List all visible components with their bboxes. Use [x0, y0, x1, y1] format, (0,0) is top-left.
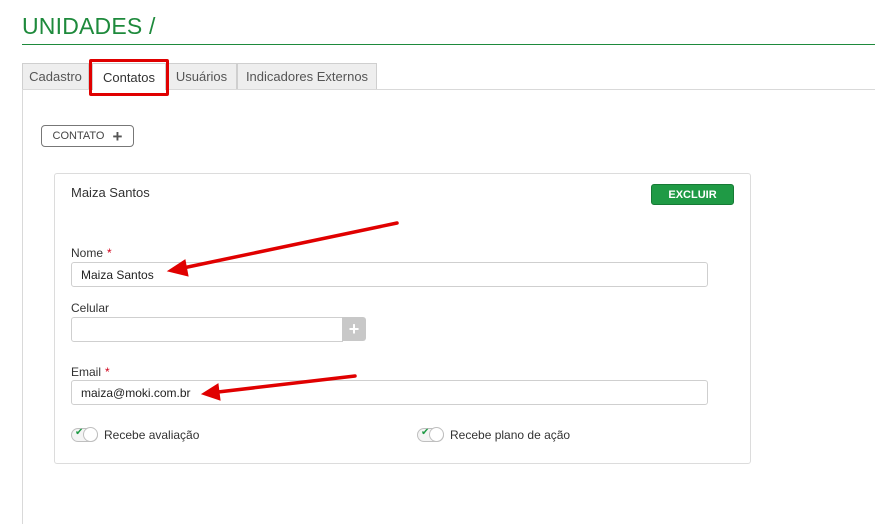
celular-label: Celular	[71, 301, 110, 315]
toggle-switch[interactable]: ✔	[417, 427, 444, 442]
delete-contact-button[interactable]: EXCLUIR	[651, 184, 734, 205]
toggle-knob	[83, 427, 98, 442]
toggle-recebe-plano-de-acao[interactable]: ✔ Recebe plano de ação	[417, 427, 571, 442]
nome-label: Nome *	[71, 246, 112, 260]
tab-usuarios[interactable]: Usuários	[166, 63, 237, 89]
toggle-knob	[429, 427, 444, 442]
add-phone-button[interactable]: +	[342, 317, 366, 341]
email-input[interactable]: maiza@moki.com.br	[71, 380, 708, 405]
required-marker: *	[107, 246, 112, 260]
add-contact-label: CONTATO	[52, 130, 105, 142]
toggle-switch[interactable]: ✔	[71, 427, 98, 442]
nome-label-text: Nome	[71, 246, 104, 260]
toggle-label: Recebe avaliação	[104, 428, 200, 442]
add-contact-button[interactable]: CONTATO +	[41, 125, 134, 147]
required-marker: *	[105, 365, 110, 379]
toggle-recebe-avaliacao[interactable]: ✔ Recebe avaliação	[71, 427, 200, 442]
tab-contatos[interactable]: Contatos	[92, 63, 166, 90]
tab-cadastro[interactable]: Cadastro	[22, 63, 89, 89]
celular-input[interactable]	[71, 317, 343, 342]
title-divider	[22, 44, 875, 45]
page-title: UNIDADES /	[22, 13, 156, 39]
nome-input[interactable]: Maiza Santos	[71, 262, 708, 287]
contact-card: Maiza Santos EXCLUIR Nome * Maiza Santos …	[54, 173, 751, 464]
contact-card-title: Maiza Santos	[71, 185, 150, 200]
email-label: Email *	[71, 365, 110, 379]
plus-icon: +	[112, 126, 123, 146]
toggle-label: Recebe plano de ação	[450, 428, 571, 442]
tab-indicadores-externos[interactable]: Indicadores Externos	[237, 63, 377, 89]
plus-icon: +	[348, 318, 360, 339]
content-left-border	[22, 89, 23, 524]
email-label-text: Email	[71, 365, 102, 379]
